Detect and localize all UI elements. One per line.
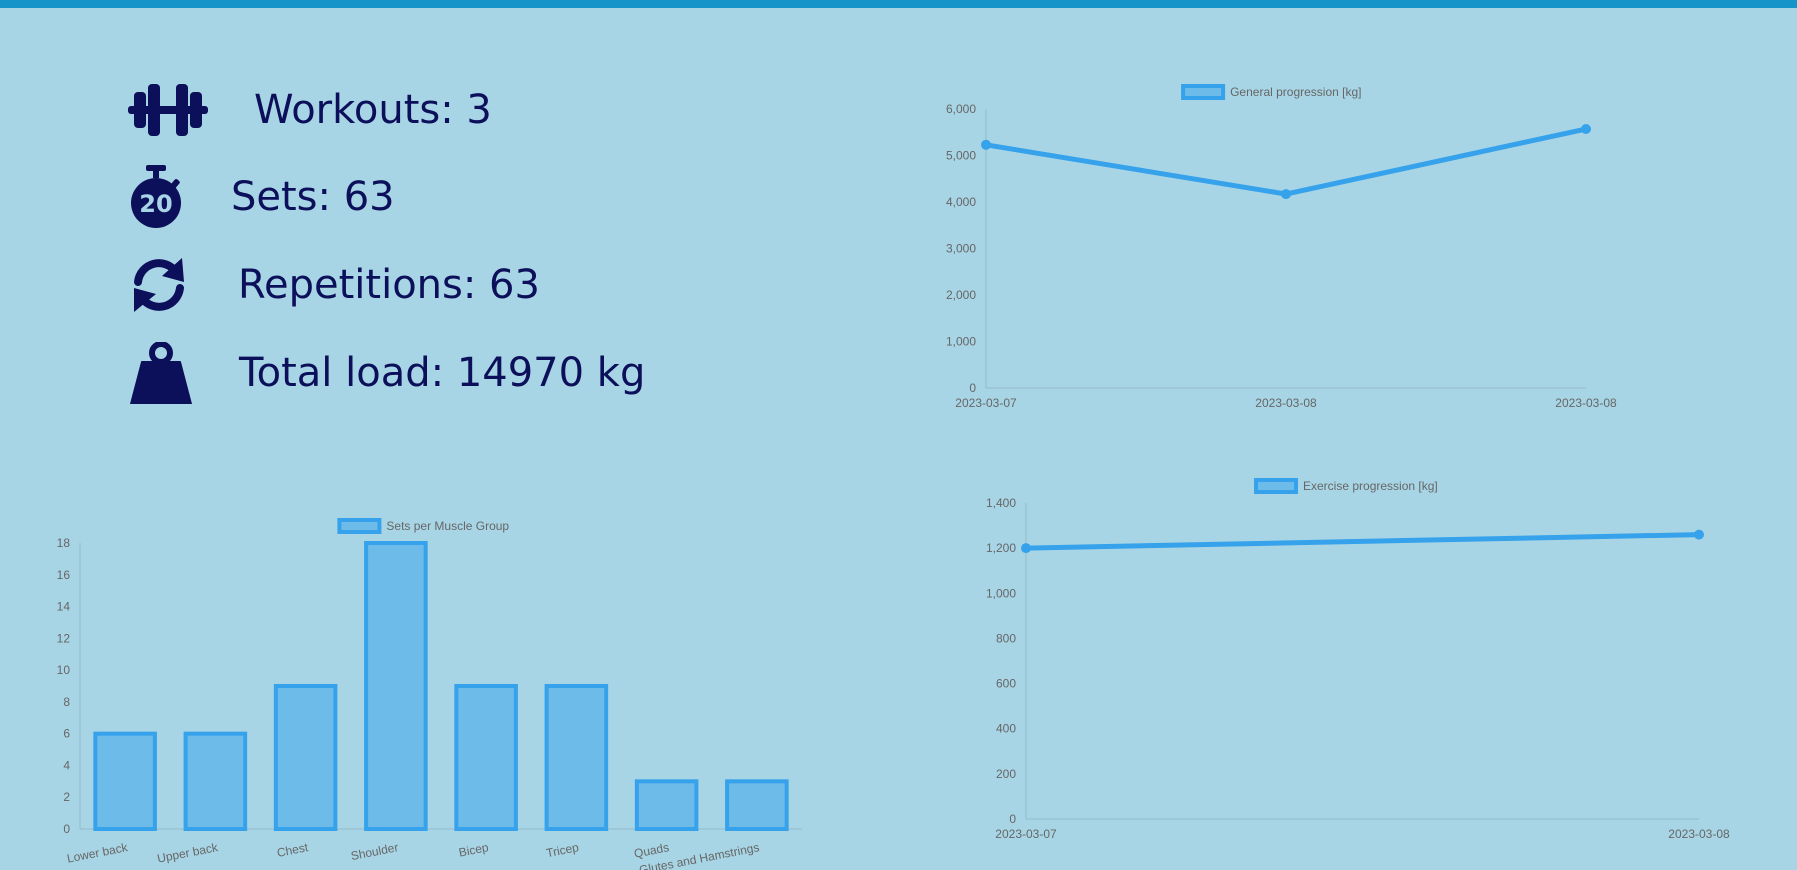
legend-label: Exercise progression [kg] [1303,479,1438,493]
workouts-label: Workouts: 3 [254,87,492,133]
y-tick-label: 5,000 [946,149,976,163]
x-tick-label: 2023-03-08 [1255,396,1317,410]
y-tick-label: 2,000 [946,288,976,302]
y-tick-label: 200 [996,767,1016,781]
y-tick-label: 8 [63,695,70,709]
x-tick-label: 2023-03-08 [1668,827,1730,841]
exercise-progression-svg: Exercise progression [kg] 0 200 400 600 800 1,… [986,478,1730,841]
x-tick-label: Upper back [156,840,220,866]
y-tick-label: 16 [57,568,71,582]
repetitions-label: Repetitions: 63 [238,262,540,308]
bar [93,731,157,832]
y-tick-label: 800 [996,631,1016,645]
general-progression-chart: General progression [kg] 0 1,000 2,000 3,000… [900,70,1640,420]
x-tick-label: Bicep [458,840,490,860]
sets-per-muscle-svg: Sets per Muscle Group 0 2 4 6 8 10 12 14 16 18 Lowe… [57,518,802,870]
y-tick-label: 6,000 [946,102,976,116]
series-line [985,126,1587,197]
y-tick-label: 2 [63,790,70,804]
x-tick-label: Chest [276,840,310,860]
y-tick-label: 1,400 [986,496,1016,510]
sets-stat: 20 Sets: 63 [130,165,395,229]
bar [454,684,518,831]
bar [544,684,609,831]
data-point [1021,543,1031,554]
x-tick-label: 2023-03-07 [955,396,1017,410]
repetitions-stat: Repetitions: 63 [130,253,540,317]
y-tick-label: 10 [57,663,71,677]
x-tick-label: 2023-03-07 [995,827,1057,841]
bar [364,541,428,831]
y-tick-label: 1,000 [986,586,1016,600]
sets-label: Sets: 63 [231,174,395,220]
bar [273,684,338,831]
y-tick-label: 18 [57,536,71,550]
y-tick-label: 4,000 [946,195,976,209]
y-tick-label: 600 [996,677,1016,691]
general-progression-svg: General progression [kg] 0 1,000 2,000 3,000… [946,84,1617,410]
bar [634,779,699,832]
dumbbell-icon [128,78,254,142]
x-tick-label: Lower back [66,840,130,866]
legend-swatch [337,518,382,534]
stopwatch-icon: 20 [130,165,231,229]
y-tick-label: 14 [57,600,71,614]
bar [183,731,248,832]
data-point [981,139,991,150]
x-tick-label: 2023-03-08 [1555,396,1617,410]
workouts-stat: Workouts: 3 [128,78,492,142]
svg-text:20: 20 [139,190,172,218]
legend-label: Sets per Muscle Group [386,519,509,533]
y-tick-label: 0 [969,381,976,395]
total-load-label: Total load: 14970 kg [239,350,646,396]
sets-per-muscle-chart: Sets per Muscle Group 0 2 4 6 8 10 12 14 16 18 Lowe… [20,505,820,870]
legend-swatch [1254,478,1298,494]
y-tick-label: 1,000 [946,335,976,349]
data-point [1581,123,1591,134]
legend-label: General progression [kg] [1230,85,1361,99]
series-line [1025,532,1700,551]
y-tick-label: 12 [57,631,71,645]
y-tick-label: 0 [1009,812,1016,826]
y-tick-label: 4 [63,758,70,772]
y-tick-label: 3,000 [946,242,976,256]
bar [725,779,789,832]
y-tick-label: 400 [996,722,1016,736]
weight-icon [130,341,239,405]
exercise-progression-chart: Exercise progression [kg] 0 200 400 600 800 1,… [940,465,1740,855]
x-tick-label: Shoulder [350,840,400,863]
data-point [1281,189,1291,200]
y-tick-label: 6 [63,727,70,741]
top-bar [0,0,1797,8]
y-tick-label: 1,200 [986,541,1016,555]
total-load-stat: Total load: 14970 kg [130,341,645,405]
y-tick-label: 0 [63,822,70,836]
data-point [1694,529,1704,540]
refresh-icon [130,253,238,317]
x-tick-label: Tricep [545,840,580,860]
legend-swatch [1181,84,1226,100]
